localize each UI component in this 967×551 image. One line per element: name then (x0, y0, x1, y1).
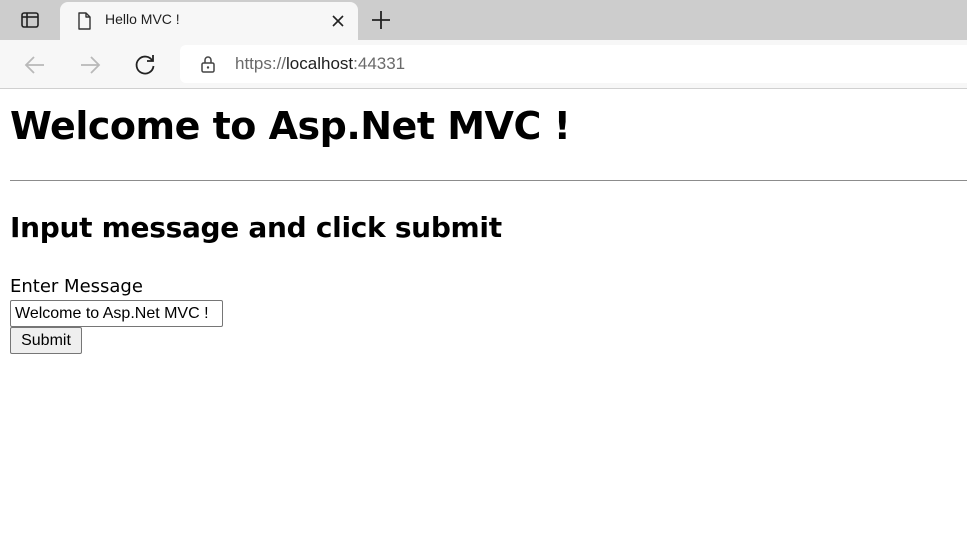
page-title: Welcome to Asp.Net MVC ! (10, 104, 571, 148)
arrow-right-icon[interactable] (77, 52, 103, 78)
address-url[interactable]: https://localhost:44331 (235, 54, 405, 74)
lock-icon[interactable] (198, 54, 218, 74)
browser-toolbar: https://localhost:44331 (0, 40, 967, 89)
submit-button[interactable]: Submit (10, 327, 82, 354)
tab-actions-button[interactable] (8, 6, 52, 34)
message-label: Enter Message (10, 276, 143, 297)
page-icon (78, 12, 91, 30)
horizontal-rule (10, 180, 967, 181)
url-host: localhost (286, 54, 354, 73)
arrow-left-icon[interactable] (22, 52, 48, 78)
tab-hello-mvc[interactable]: Hello MVC ! (60, 2, 358, 40)
reload-icon[interactable] (132, 52, 158, 78)
address-bar[interactable]: https://localhost:44331 (180, 45, 967, 83)
plus-icon[interactable] (369, 8, 393, 32)
tab-actions-icon (21, 12, 39, 28)
url-port: :44331 (353, 54, 406, 73)
message-input[interactable]: Welcome to Asp.Net MVC ! (10, 300, 223, 327)
page-subtitle: Input message and click submit (10, 211, 502, 244)
tab-title: Hello MVC ! (105, 11, 180, 27)
url-scheme: https:// (235, 54, 287, 73)
tab-strip: Hello MVC ! (0, 0, 967, 40)
close-icon[interactable] (328, 11, 348, 31)
